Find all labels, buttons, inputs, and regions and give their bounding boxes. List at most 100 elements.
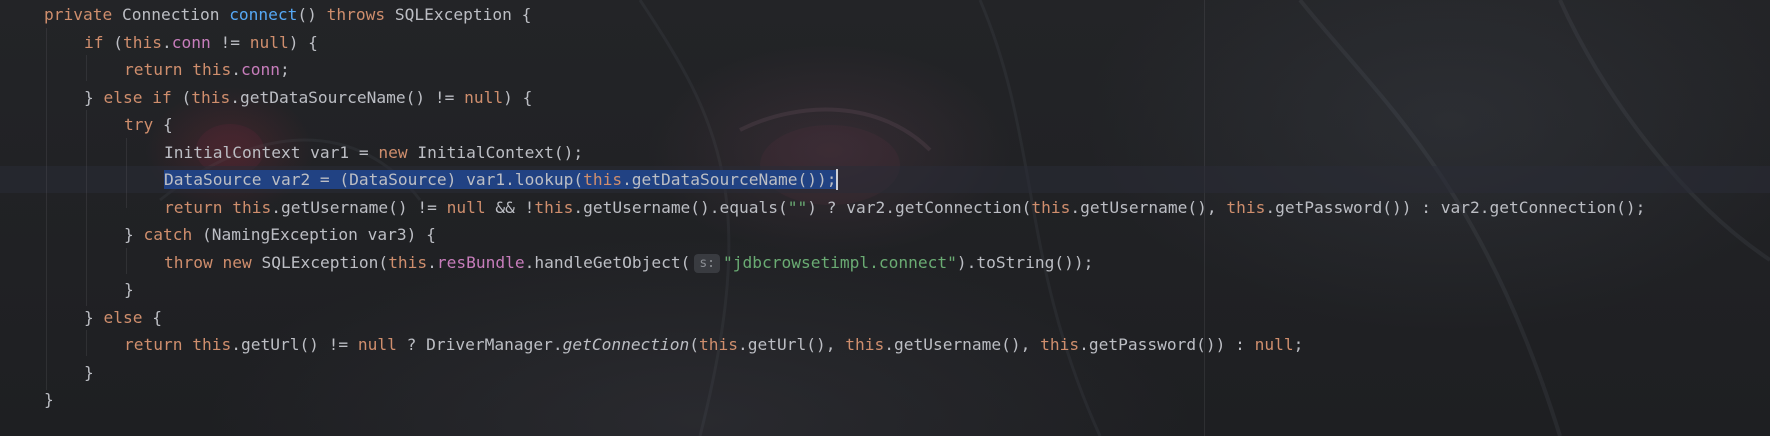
code-token: } [84, 87, 104, 107]
method-name-token: connect [229, 5, 298, 24]
code-token: .getUrl() != [231, 335, 358, 354]
keyword-token: if [84, 32, 104, 52]
code-token: ).toString()); [956, 252, 1094, 272]
code-token: ( [103, 32, 123, 52]
code-line[interactable]: return this.conn; [0, 56, 1645, 84]
keyword-token: this [123, 32, 162, 52]
code-token: } [44, 390, 54, 409]
keyword-token: null [446, 197, 486, 217]
code-line[interactable]: if (this.conn != null) { [0, 29, 1645, 57]
code-line-content: try { [124, 115, 173, 134]
code-token: ( [171, 87, 192, 107]
code-token: . [427, 252, 437, 272]
code-line[interactable]: return this.getUrl() != null ? DriverMan… [0, 331, 1645, 359]
code-token: (NamingException var3) { [192, 225, 436, 244]
keyword-token: return [124, 60, 183, 79]
code-line[interactable]: } [0, 276, 1645, 304]
code-token: .getDataSourceName()); [622, 170, 837, 189]
keyword-token: return [124, 335, 183, 354]
code-token: SQLException { [385, 5, 532, 24]
string-token: "jdbcrowsetimpl.connect" [722, 252, 957, 272]
keyword-token: this [845, 335, 885, 354]
code-line-content: } [44, 390, 54, 409]
keyword-token: this [1031, 197, 1071, 217]
field-token: conn [171, 32, 211, 52]
code-token: ? DriverManager. [396, 335, 563, 354]
code-token: InitialContext var1 = [164, 142, 379, 162]
code-token: && ! [485, 197, 535, 217]
code-token: } [84, 307, 104, 327]
code-token: SQLException( [251, 252, 389, 272]
code-token: } [124, 225, 144, 244]
code-line[interactable]: throw new SQLException(this.resBundle.ha… [0, 249, 1645, 277]
code-token: .getUsername() != [271, 197, 447, 217]
code-area[interactable]: private Connection connect() throws SQLE… [0, 1, 1645, 414]
field-token: resBundle [436, 252, 525, 272]
keyword-token: null [249, 32, 289, 52]
code-line-content: } catch (NamingException var3) { [124, 225, 436, 244]
code-line-content: private Connection connect() throws SQLE… [44, 5, 531, 24]
keyword-token: new [378, 142, 408, 162]
keyword-token: null [357, 335, 397, 354]
code-line[interactable]: DataSource var2 = (DataSource) var1.look… [0, 166, 1645, 194]
code-line-content: throw new SQLException(this.resBundle.ha… [164, 252, 1094, 273]
keyword-token: private [44, 5, 113, 24]
keyword-token: throw [164, 252, 213, 272]
keyword-token: new [222, 252, 252, 272]
keyword-token: this [192, 60, 232, 79]
code-token: ( [689, 335, 700, 354]
code-line-content: return this.getUrl() != null ? DriverMan… [124, 335, 1303, 354]
code-token: ) { [503, 87, 533, 107]
code-token: .getDataSourceName() != [230, 87, 465, 107]
code-token: { [153, 115, 173, 134]
code-token: } [124, 280, 134, 299]
keyword-token: this [534, 197, 574, 217]
parameter-hint: s: [694, 253, 720, 273]
keyword-token: this [699, 335, 739, 354]
code-token: Connection [112, 5, 230, 24]
string-token: "" [787, 197, 808, 217]
code-token: ; [1293, 335, 1304, 354]
code-token: .getUsername(), [1070, 197, 1227, 217]
code-line[interactable]: } else { [0, 304, 1645, 332]
keyword-token: else [103, 307, 143, 327]
code-token: DataSource var2 = (DataSource) var1.look… [164, 170, 584, 189]
code-token: .getUsername(), [884, 335, 1041, 354]
code-line-content: } [84, 363, 94, 382]
selected-text: DataSource var2 = (DataSource) var1.look… [164, 170, 837, 189]
keyword-token: return [164, 197, 223, 217]
code-line-content: if (this.conn != null) { [84, 33, 318, 52]
code-line[interactable]: private Connection connect() throws SQLE… [0, 1, 1645, 29]
code-token: ) ? var2.getConnection( [807, 197, 1032, 217]
code-line[interactable]: InitialContext var1 = new InitialContext… [0, 139, 1645, 167]
code-line[interactable]: } catch (NamingException var3) { [0, 221, 1645, 249]
keyword-token: this [232, 197, 272, 217]
code-line[interactable]: } else if (this.getDataSourceName() != n… [0, 84, 1645, 112]
code-line-content: } [124, 280, 134, 299]
keyword-token: this [192, 335, 232, 354]
keyword-token: this [1226, 197, 1266, 217]
code-token: .getUrl(), [738, 335, 846, 354]
keyword-token: else if [103, 87, 172, 107]
code-token: != [210, 32, 250, 52]
keyword-token: null [464, 87, 504, 107]
code-line[interactable]: } [0, 359, 1645, 387]
code-token: () [297, 5, 327, 24]
code-token: } [84, 362, 94, 382]
keyword-token: this [583, 170, 623, 189]
code-token: .getPassword()) : var2.getConnection(); [1265, 197, 1646, 217]
keyword-token: null [1254, 335, 1294, 354]
code-line[interactable]: } [0, 386, 1645, 414]
code-token: .handleGetObject( [524, 252, 691, 272]
code-token: InitialContext(); [407, 142, 584, 162]
static-method-token: getConnection [562, 335, 690, 354]
code-line-content: return this.getUsername() != null && !th… [164, 198, 1645, 217]
keyword-token: catch [143, 225, 193, 244]
code-line[interactable]: return this.getUsername() != null && !th… [0, 194, 1645, 222]
code-line-content: return this.conn; [124, 60, 290, 79]
code-editor[interactable]: private Connection connect() throws SQLE… [0, 0, 1770, 436]
code-line[interactable]: try { [0, 111, 1645, 139]
code-token: { [142, 307, 162, 327]
